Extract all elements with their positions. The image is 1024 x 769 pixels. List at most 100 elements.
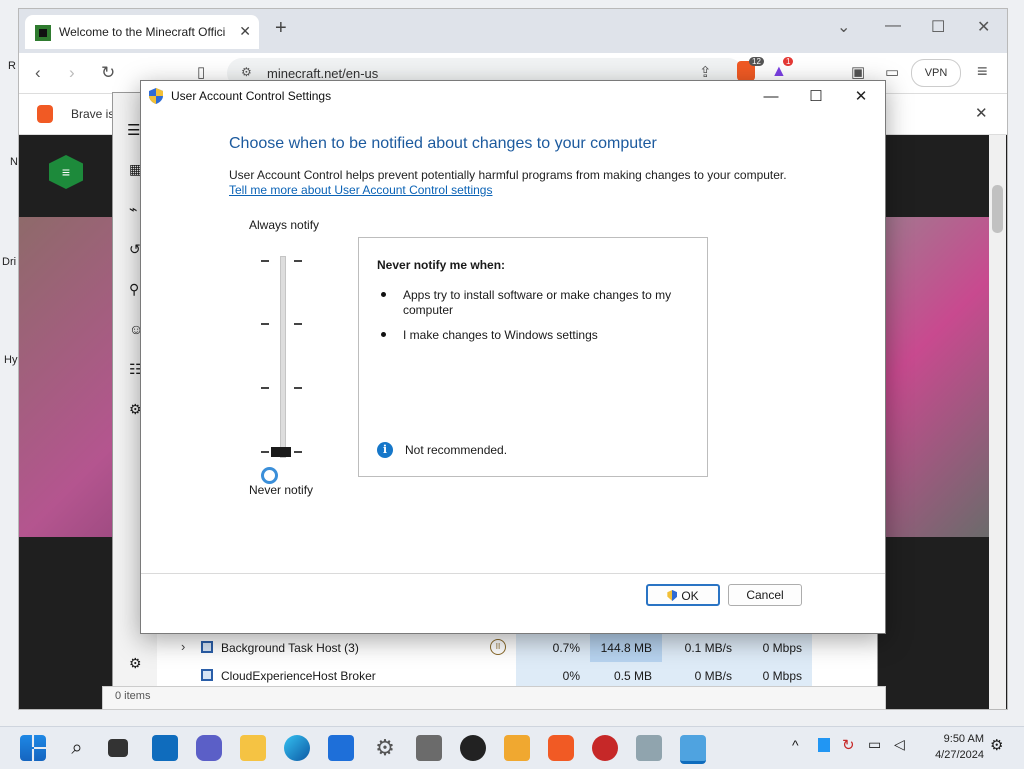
- page-scrollbar[interactable]: [989, 135, 1006, 709]
- edge-icon[interactable]: [284, 735, 310, 761]
- recommendation-note: Not recommended.: [405, 443, 508, 457]
- sidebar-toggle-icon[interactable]: ▣: [851, 63, 865, 81]
- cpu-cell: 0.7%: [516, 634, 590, 662]
- notification-level-slider[interactable]: [280, 256, 286, 458]
- new-tab-button[interactable]: +: [275, 17, 287, 40]
- vpn-button[interactable]: VPN: [911, 59, 961, 87]
- share-icon[interactable]: ⇪: [699, 63, 712, 81]
- performance-icon[interactable]: ⌁: [129, 201, 137, 218]
- task-manager-statusbar: 0 items: [102, 686, 886, 710]
- scrollbar-thumb[interactable]: [992, 185, 1003, 233]
- infobar-text: Brave is: [71, 107, 115, 121]
- update-icon[interactable]: ↻: [842, 736, 855, 754]
- status-text: 0 items: [115, 690, 151, 702]
- store-icon[interactable]: [328, 735, 354, 761]
- uac-settings-dialog: User Account Control Settings — ☐ ✕ Choo…: [140, 80, 886, 634]
- slider-tick: [294, 260, 302, 262]
- volume-muted-icon[interactable]: ◁: [894, 736, 905, 753]
- dialog-minimize-button[interactable]: —: [751, 85, 791, 109]
- task-view-icon[interactable]: [108, 739, 128, 757]
- ok-button[interactable]: OK: [646, 584, 720, 606]
- notification-icon[interactable]: ⚙: [990, 736, 1003, 754]
- startup-apps-icon[interactable]: ⚲: [129, 281, 139, 298]
- time-text: 9:50 AM: [943, 733, 984, 745]
- video-editor-icon[interactable]: [504, 735, 530, 761]
- media-player-icon[interactable]: [460, 735, 486, 761]
- maximize-button[interactable]: ☐: [931, 17, 945, 37]
- paused-icon: II: [490, 639, 506, 655]
- slider-tick: [294, 387, 302, 389]
- settings-icon[interactable]: ⚙: [129, 655, 142, 672]
- tab-search-icon[interactable]: ⌄: [837, 17, 850, 37]
- settings-gear-icon[interactable]: ⚙: [372, 735, 398, 761]
- slider-tick: [261, 260, 269, 262]
- tray-app-icon[interactable]: [818, 738, 830, 752]
- hamburger-icon[interactable]: ☰: [127, 121, 140, 139]
- desktop-icon-label[interactable]: Dri: [2, 256, 16, 268]
- never-notify-label: Never notify: [249, 483, 314, 497]
- file-explorer-icon[interactable]: [240, 735, 266, 761]
- slider-tick: [261, 387, 269, 389]
- process-icon: [201, 641, 213, 653]
- infobar-close-icon[interactable]: ✕: [975, 104, 988, 122]
- close-button[interactable]: ✕: [977, 17, 990, 37]
- minecraft-favicon-icon: [35, 25, 51, 41]
- brave-rewards-icon[interactable]: ▲: [771, 63, 787, 81]
- learn-more-link[interactable]: Tell me more about User Account Control …: [229, 183, 492, 197]
- dialog-titlebar[interactable]: User Account Control Settings — ☐ ✕: [141, 81, 885, 111]
- minecraft-app-icon[interactable]: [416, 735, 442, 761]
- rewards-count-badge: 1: [783, 57, 794, 66]
- cancel-button[interactable]: Cancel: [728, 584, 802, 606]
- bullet-text: I make changes to Windows settings: [403, 328, 598, 342]
- dialog-title: User Account Control Settings: [171, 89, 332, 103]
- tab-minecraft[interactable]: Welcome to the Minecraft Offici ✕: [25, 15, 259, 49]
- search-icon[interactable]: ⌕: [64, 735, 90, 761]
- task-manager-icon[interactable]: [636, 735, 662, 761]
- brave-logo-icon: [37, 105, 53, 123]
- vpn-label: VPN: [924, 67, 948, 79]
- memory-cell: 144.8 MB: [590, 634, 662, 662]
- dialog-heading: Choose when to be notified about changes…: [229, 135, 657, 152]
- minecraft-menu-icon[interactable]: ≡: [49, 155, 83, 189]
- always-notify-label: Always notify: [249, 218, 320, 232]
- app-history-icon[interactable]: ↺: [129, 241, 141, 258]
- chevron-up-icon[interactable]: ^: [792, 737, 799, 753]
- disk-cell: 0.1 MB/s: [662, 634, 742, 662]
- bookmark-icon[interactable]: ▯: [197, 63, 205, 81]
- minimize-button[interactable]: —: [885, 17, 901, 35]
- desktop-icon-label[interactable]: Hy: [4, 354, 17, 366]
- start-icon[interactable]: [20, 735, 46, 761]
- expand-chevron-icon[interactable]: ›: [181, 639, 185, 654]
- dialog-close-button[interactable]: ✕: [841, 85, 881, 109]
- app-icon[interactable]: [592, 735, 618, 761]
- slider-tick: [294, 451, 302, 453]
- menu-icon[interactable]: ≡: [977, 61, 988, 82]
- process-icon: [201, 669, 213, 681]
- desktop-icon-label[interactable]: N: [10, 156, 18, 168]
- site-settings-icon[interactable]: ⚙: [241, 65, 252, 79]
- dialog-maximize-button[interactable]: ☐: [796, 85, 836, 109]
- date-text: 4/27/2024: [935, 749, 984, 761]
- close-tab-icon[interactable]: ✕: [239, 23, 251, 40]
- table-row[interactable]: › Background Task Host (3) II 0.7% 144.8…: [157, 634, 877, 662]
- clock[interactable]: 9:50 AM 4/27/2024: [920, 731, 984, 763]
- network-cell: 0 Mbps: [742, 634, 812, 662]
- slider-thumb[interactable]: [271, 447, 291, 457]
- widgets-icon[interactable]: [152, 735, 178, 761]
- desktop-icon-label[interactable]: R: [8, 60, 16, 72]
- control-panel-icon[interactable]: [680, 735, 706, 764]
- dialog-footer: OK Cancel: [141, 574, 885, 632]
- teams-chat-icon[interactable]: [196, 735, 222, 761]
- brave-taskbar-icon[interactable]: [548, 735, 574, 761]
- wallet-icon[interactable]: ▭: [885, 63, 899, 81]
- reload-icon[interactable]: ↻: [101, 63, 115, 83]
- back-icon[interactable]: ‹: [35, 63, 41, 83]
- forward-icon[interactable]: ›: [69, 63, 75, 83]
- slider-tick: [261, 451, 269, 453]
- network-icon[interactable]: ▭: [868, 736, 881, 753]
- busy-cursor-icon: [261, 467, 278, 484]
- taskbar: ⌕ ⚙ ^ ↻ ▭ ◁ 9:50 AM 4/27/2024 ⚙: [0, 726, 1024, 769]
- uac-shield-icon: [667, 590, 678, 601]
- bullet-icon: [381, 292, 386, 297]
- tab-title: Welcome to the Minecraft Offici: [59, 25, 226, 39]
